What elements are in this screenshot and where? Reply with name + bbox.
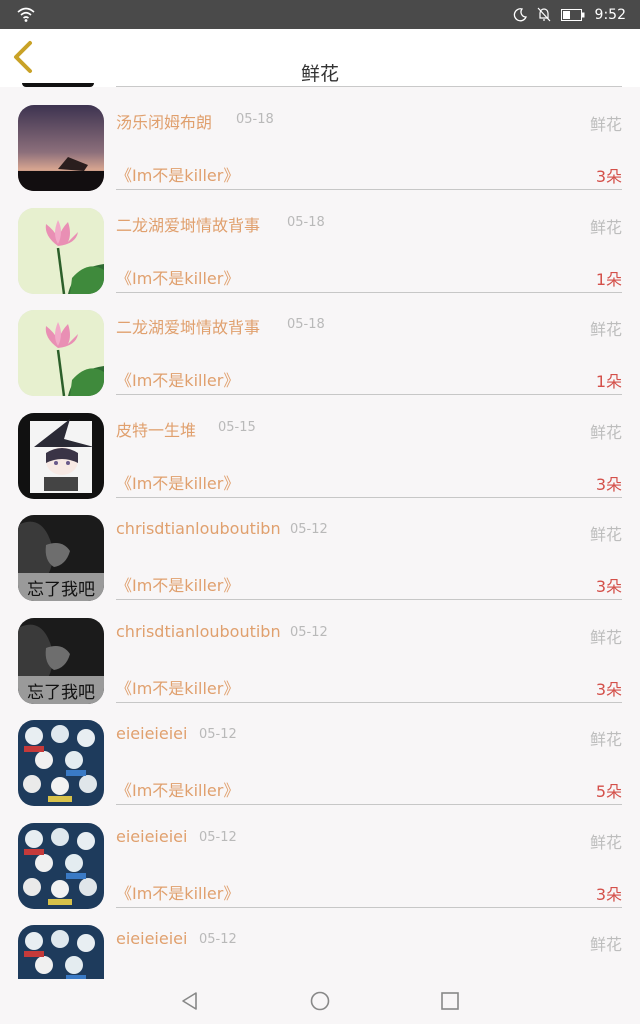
battery-icon (560, 8, 585, 21)
list-item[interactable]: 汤乐闭姆布朗 05-18 鲜花 《Im不是killer》 3朵 (0, 87, 640, 191)
list-item[interactable]: eieieieiei 05-12 鲜花 《Im不是killer》 3朵 (0, 805, 640, 909)
nav-recents-icon[interactable] (439, 990, 461, 1012)
gift-type: 鲜花 (589, 320, 622, 339)
user-name[interactable]: 二龙湖爱埘情故背事 (116, 212, 260, 236)
skeleton-collage-avatar[interactable] (18, 720, 104, 806)
user-name[interactable]: 汤乐闭姆布朗 (116, 109, 212, 133)
user-name[interactable]: eieieieiei (116, 827, 187, 846)
gift-type: 鲜花 (589, 832, 622, 852)
list-item[interactable]: 二龙湖爱埘情故背事 05-18 鲜花 《Im不是killer》 1朵 (0, 292, 640, 396)
moon-icon (513, 7, 527, 22)
book-title-link[interactable]: 《Im不是killer》 (116, 675, 239, 699)
gift-type: 鲜花 (589, 935, 622, 954)
flower-count: 3朵 (595, 679, 622, 699)
date: 05-12 (290, 624, 328, 640)
avatar-caption: 忘了我吧 (27, 580, 95, 600)
book-title-link[interactable]: 《Im不是killer》 (116, 265, 239, 289)
flower-count: 3朵 (595, 884, 622, 904)
skeleton-collage-avatar[interactable] (18, 822, 104, 909)
user-name[interactable]: chrisdtianlouboutibn (116, 519, 281, 538)
flower-count: 5朵 (595, 782, 622, 801)
gift-type: 鲜花 (589, 730, 622, 749)
witch-anime-avatar[interactable] (18, 412, 104, 499)
skeleton-collage-avatar[interactable] (18, 925, 104, 979)
user-name[interactable]: 二龙湖爱埘情故背事 (116, 314, 260, 338)
book-title-link[interactable]: 《Im不是killer》 (116, 880, 239, 904)
date: 05-12 (199, 829, 237, 845)
avatar-caption: 忘了我吧 (27, 682, 95, 703)
page-title: 鲜花 (300, 63, 339, 85)
bw-portrait-avatar[interactable]: 忘了我吧 (18, 617, 104, 704)
lotus-avatar[interactable] (18, 207, 104, 294)
list-item[interactable]: 忘了我吧 chrisdtianlouboutibn 05-12 鲜花 《Im不是… (0, 497, 640, 601)
gift-type: 鲜花 (589, 217, 622, 237)
lotus-avatar[interactable] (18, 310, 104, 396)
list-item[interactable]: eieieieiei 05-12 鲜花 《Im不是killer》 5朵 (0, 702, 640, 806)
gift-type: 鲜花 (589, 627, 622, 647)
date: 05-12 (290, 522, 328, 537)
user-name[interactable]: chrisdtianlouboutibn (116, 622, 281, 641)
flower-count: 1朵 (595, 269, 622, 289)
book-title-link[interactable]: 《Im不是killer》 (116, 777, 239, 801)
gift-type: 鲜花 (589, 115, 622, 134)
date: 05-18 (287, 214, 325, 230)
date: 05-15 (218, 419, 256, 435)
list-item[interactable]: 忘了我吧 chrisdtianlouboutibn 05-12 鲜花 《Im不是… (0, 600, 640, 704)
system-nav-bar (0, 979, 640, 1024)
flower-count: 3朵 (595, 474, 622, 494)
flower-count: 1朵 (595, 372, 622, 391)
gift-type: 鲜花 (589, 422, 622, 442)
date: 05-18 (236, 112, 274, 127)
user-name[interactable]: eieieieiei (116, 724, 187, 743)
wifi-icon (16, 5, 36, 23)
book-title-link[interactable]: 《Im不是killer》 (116, 367, 239, 391)
date: 05-12 (199, 932, 237, 947)
bw-portrait-avatar[interactable]: 忘了我吧 (18, 515, 104, 601)
list-item[interactable]: eieieieiei 05-12 鲜花 (0, 907, 640, 979)
flower-count: 3朵 (595, 167, 622, 186)
nav-back-icon[interactable] (179, 990, 201, 1012)
flower-record-list: 汤乐闭姆布朗 05-18 鲜花 《Im不是killer》 3朵 二龙湖爱埘情故背… (0, 87, 640, 979)
flower-count: 3朵 (595, 577, 622, 596)
page-header: 鲜花 (0, 29, 640, 87)
user-name[interactable]: eieieieiei (116, 929, 187, 948)
list-item[interactable]: 二龙湖爱埘情故背事 05-18 鲜花 《Im不是killer》 1朵 (0, 190, 640, 294)
night-sky-avatar[interactable] (18, 105, 104, 191)
gift-type: 鲜花 (589, 525, 622, 544)
book-title-link[interactable]: 《Im不是killer》 (116, 162, 239, 186)
nav-home-icon[interactable] (309, 990, 331, 1012)
bell-muted-icon (537, 7, 551, 22)
book-title-link[interactable]: 《Im不是killer》 (116, 470, 239, 494)
list-item[interactable]: 皮特一生堆 05-15 鲜花 《Im不是killer》 3朵 (0, 395, 640, 499)
date: 05-12 (199, 727, 237, 742)
date: 05-18 (287, 317, 325, 332)
status-time: 9:52 (594, 6, 626, 23)
status-bar: 9:52 (0, 0, 640, 29)
user-name[interactable]: 皮特一生堆 (116, 417, 196, 441)
book-title-link[interactable]: 《Im不是killer》 (116, 572, 239, 596)
